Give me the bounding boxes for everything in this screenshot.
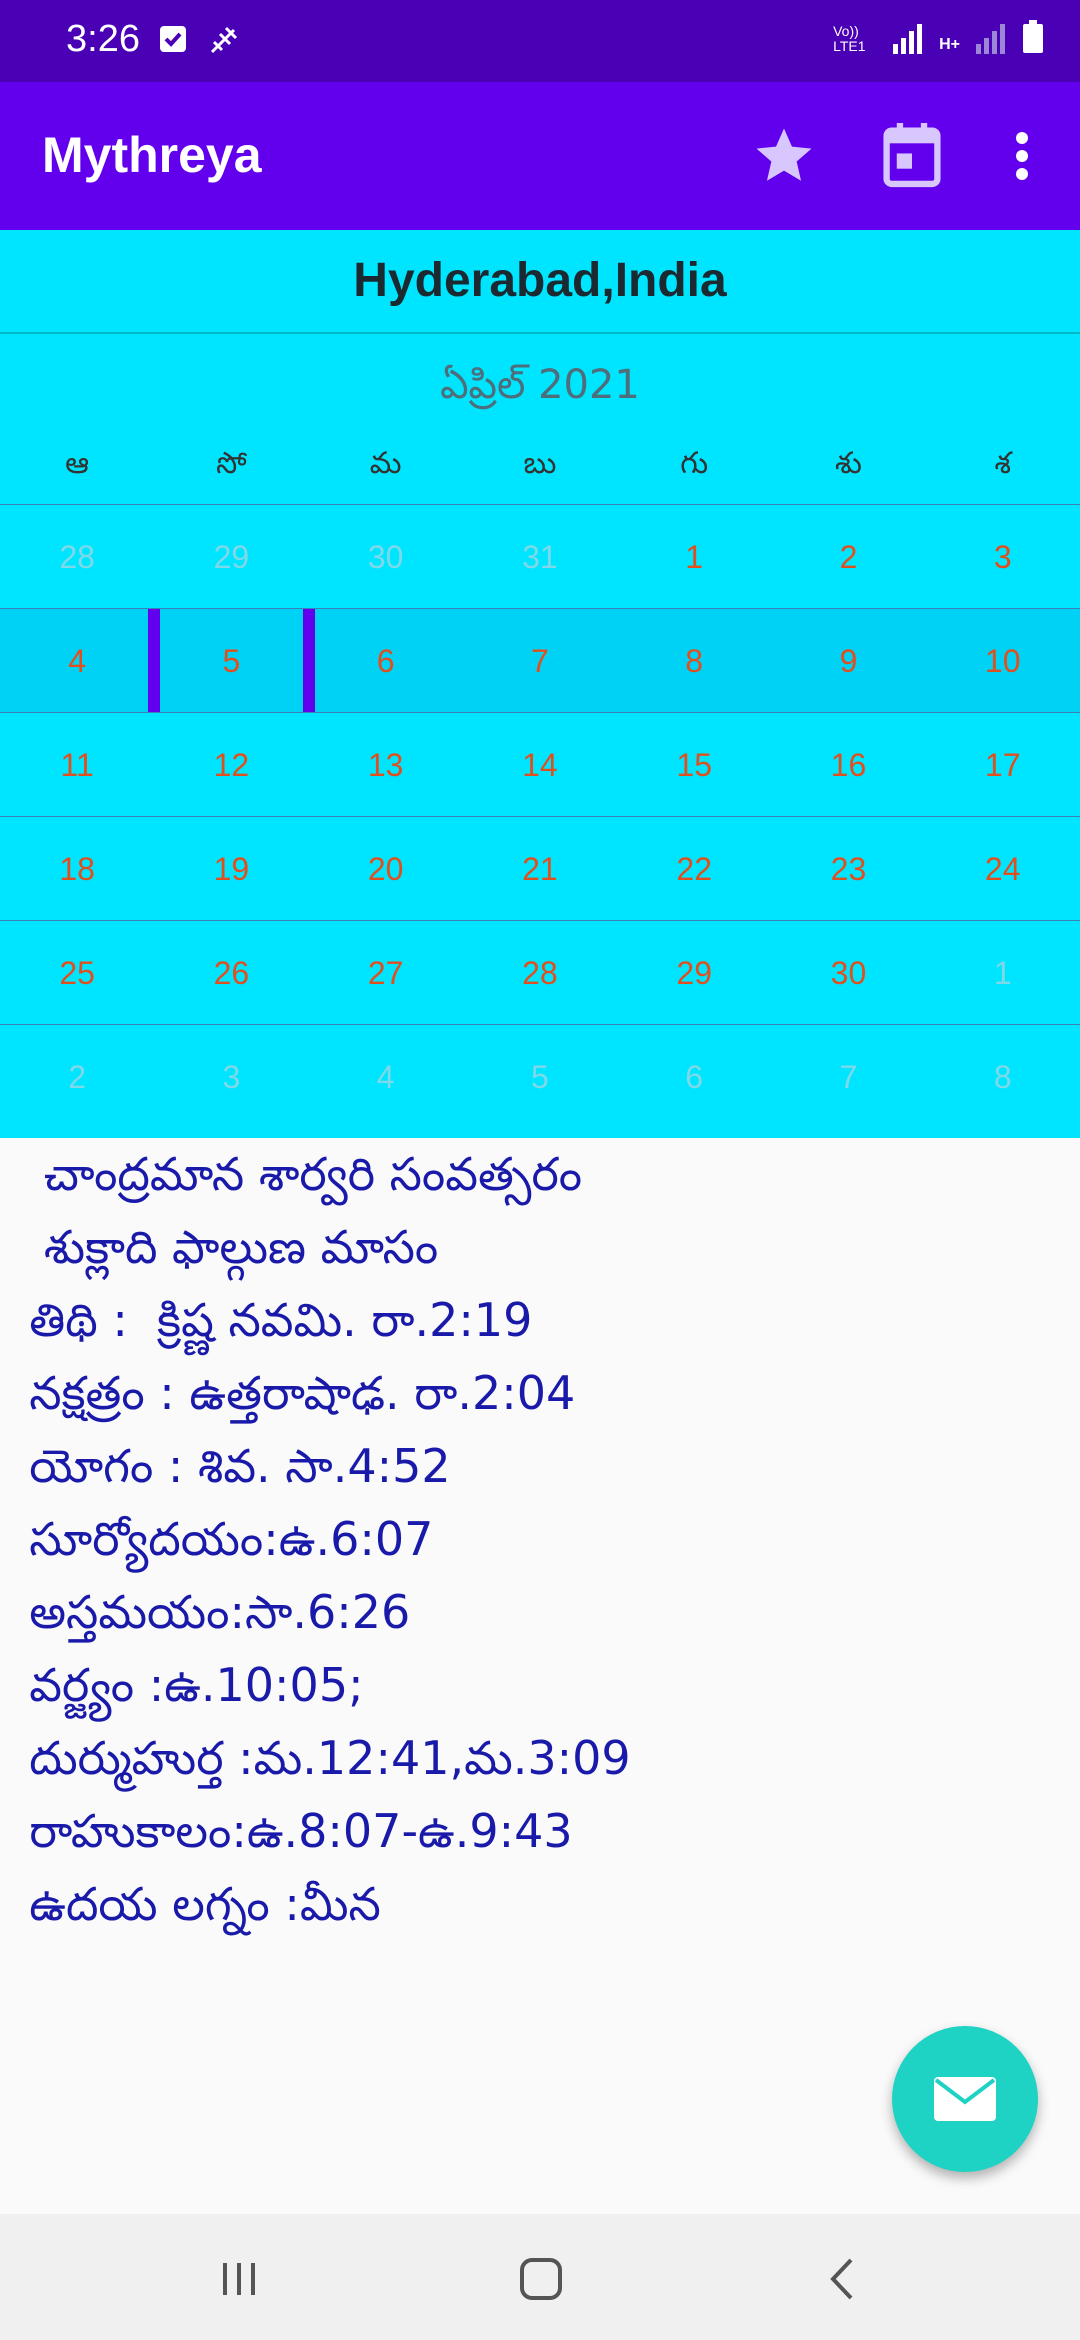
weekday-label: గు [680,446,709,481]
calendar-day[interactable]: 17 [926,713,1080,817]
weekday-label: శు [835,446,862,481]
calendar-day[interactable]: 4 [0,609,154,713]
data-type-label: H+ [939,36,960,53]
calendar-day[interactable]: 2 [771,505,925,609]
calendar-week-row: 11 12 13 14 15 16 17 [0,712,1080,817]
favorite-button[interactable] [746,118,822,194]
calendar-day[interactable]: 6 [309,609,463,713]
panchang-line: నక్షత్రం : ఉత్తరాషాఢ. రా.2:04 [0,1366,576,1420]
panchang-line: ఉదయ లగ్నం :మీన [0,1877,381,1931]
panchang-line: దుర్ముహుర్త :మ.12:41,మ.3:09 [0,1731,631,1785]
panchang-line: వర్జ్యం :ఉ.10:05; [0,1658,364,1712]
network-label: Vo)) LTE1 [833,23,866,54]
calendar-icon [883,123,941,188]
weekday-label: సో [216,446,247,481]
calendar-day[interactable]: 14 [463,713,617,817]
weekday-label: బు [523,446,557,481]
calendar-day[interactable]: 6 [617,1025,771,1129]
back-icon [830,2258,853,2300]
calendar-day[interactable]: 22 [617,817,771,921]
calendar-day[interactable]: 27 [309,921,463,1025]
calendar-day[interactable]: 18 [0,817,154,921]
calendar-day[interactable]: 3 [154,1025,308,1129]
calendar-day[interactable]: 21 [463,817,617,921]
calendar-day[interactable]: 11 [0,713,154,817]
calendar-day[interactable]: 16 [771,713,925,817]
weekday-header: ఆ సో మ బు గు శు శ [0,446,1080,488]
weekday-label: ఆ [65,446,90,481]
calendar-day[interactable]: 24 [926,817,1080,921]
calendar-day[interactable]: 15 [617,713,771,817]
panchang-line: సూర్యోదయం:ఉ.6:07 [0,1512,434,1566]
panchang-line: తిథి : క్రిష్ణ నవమి. రా.2:19 [0,1293,533,1347]
calendar-day[interactable]: 9 [771,609,925,713]
calendar-day[interactable]: 8 [617,609,771,713]
panchang-line: యోగం : శివ. సా.4:52 [0,1439,451,1493]
app-title: Mythreya [42,127,262,183]
email-fab[interactable] [892,2026,1038,2172]
calendar-day[interactable]: 2 [0,1025,154,1129]
calendar-day[interactable]: 12 [154,713,308,817]
overflow-menu-button[interactable] [984,118,1060,194]
calendar-day[interactable]: 20 [309,817,463,921]
status-time: 3:26 [66,18,140,60]
panchang-line: శుక్లాది ఫాల్గుణ మాసం [0,1220,439,1274]
panchang-line: రాహుకాలం:ఉ.8:07-ఉ.9:43 [0,1804,573,1858]
calendar-day[interactable]: 7 [771,1025,925,1129]
recents-icon [223,2263,255,2295]
panchang-details: చాంద్రమాన శార్వరి సంవత్సరం శుక్లాది ఫాల్… [0,1138,1080,1941]
calendar-week-row: 28 29 30 31 1 2 3 [0,504,1080,609]
calendar-day[interactable]: 13 [309,713,463,817]
calendar-day[interactable]: 5 [463,1025,617,1129]
calendar-day[interactable]: 25 [0,921,154,1025]
calendar-day[interactable]: 31 [463,505,617,609]
star-icon [756,128,812,181]
back-button[interactable] [808,2244,878,2314]
navigation-bar [0,2214,1080,2340]
calendar-week-row: 25 26 27 28 29 30 1 [0,920,1080,1025]
home-icon [520,2258,562,2300]
calendar-day[interactable]: 19 [154,817,308,921]
checkbox-notification-icon [160,26,186,52]
panchang-line: చాంద్రమాన శార్వరి సంవత్సరం [0,1147,583,1201]
signal-weak-icon [976,24,1005,54]
calendar-button[interactable] [874,118,950,194]
calendar-day[interactable]: 30 [309,505,463,609]
calendar-day[interactable]: 29 [617,921,771,1025]
satellite-off-icon [210,26,238,54]
status-bar: 3:26 Vo)) LTE1 H+ [0,0,1080,82]
month-title: ఏప్రిల్ 2021 [440,362,640,408]
app-bar: Mythreya [0,82,1080,230]
calendar-day[interactable]: 1 [926,921,1080,1025]
location-bar[interactable]: Hyderabad,India [0,230,1080,334]
calendar-day[interactable]: 4 [309,1025,463,1129]
recents-button[interactable] [204,2244,274,2314]
calendar-week-row: 18 19 20 21 22 23 24 [0,816,1080,921]
calendar-day-selected[interactable]: 5 [148,609,315,713]
calendar-day[interactable]: 10 [926,609,1080,713]
battery-icon [1023,20,1043,53]
calendar-day[interactable]: 28 [0,505,154,609]
calendar-day[interactable]: 29 [154,505,308,609]
calendar-day[interactable]: 30 [771,921,925,1025]
more-vert-icon [1016,132,1028,180]
calendar-day[interactable]: 26 [154,921,308,1025]
calendar-day[interactable]: 3 [926,505,1080,609]
weekday-label: మ [369,446,402,481]
location-label: Hyderabad,India [353,254,727,307]
calendar-day[interactable]: 1 [617,505,771,609]
calendar-day[interactable]: 28 [463,921,617,1025]
signal-icon [893,24,923,54]
calendar-week-row: 4 5 6 7 8 9 10 [0,608,1080,713]
home-button[interactable] [506,2244,576,2314]
weekday-label: శ [994,446,1011,481]
calendar: ఏప్రిల్ 2021 ఆ సో మ బు గు శు శ 28 29 30 31 1 2 3 4 5 6 7… [0,334,1080,1138]
panchang-line: అస్తమయం:సా.6:26 [0,1585,411,1639]
calendar-week-row: 2345678 [0,1024,1080,1129]
calendar-day[interactable]: 7 [463,609,617,713]
calendar-day[interactable]: 8 [926,1025,1080,1129]
calendar-day[interactable]: 23 [771,817,925,921]
mail-icon [934,2077,996,2121]
